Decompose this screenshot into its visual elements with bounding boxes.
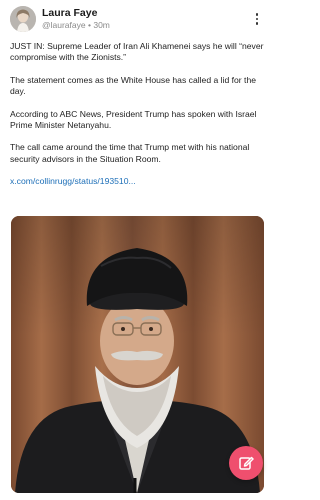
post-paragraph: JUST IN: Supreme Leader of Iran Ali Kham… <box>10 41 264 63</box>
more-vertical-icon[interactable] <box>250 10 264 28</box>
portrait-photo <box>11 216 264 493</box>
post-body: JUST IN: Supreme Leader of Iran Ali Kham… <box>10 41 266 199</box>
post-header: Laura Faye @laurafaye • 30m <box>10 6 264 32</box>
author-handle: @laurafaye <box>42 20 86 30</box>
author-name[interactable]: Laura Faye <box>42 7 97 19</box>
edit-icon <box>239 456 254 470</box>
meta-separator: • <box>87 20 91 30</box>
more-dot <box>255 22 259 25</box>
post-meta: @laurafaye • 30m <box>42 20 110 30</box>
post-paragraph: The call came around the time that Trump… <box>10 142 250 164</box>
post-link[interactable]: x.com/collinrugg/status/193510... <box>10 176 136 186</box>
post-paragraph: The statement comes as the White House h… <box>10 74 257 97</box>
more-dot <box>255 13 259 16</box>
avatar-image <box>10 6 36 32</box>
post-time: 30m <box>93 20 110 30</box>
more-dot <box>255 17 259 21</box>
post-image[interactable] <box>11 216 264 493</box>
compose-button[interactable] <box>229 446 263 480</box>
post-paragraph: According to ABC News, President Trump h… <box>10 108 257 131</box>
post-card: Laura Faye @laurafaye • 30m JUST IN: Sup… <box>0 0 274 500</box>
avatar[interactable] <box>10 6 36 32</box>
